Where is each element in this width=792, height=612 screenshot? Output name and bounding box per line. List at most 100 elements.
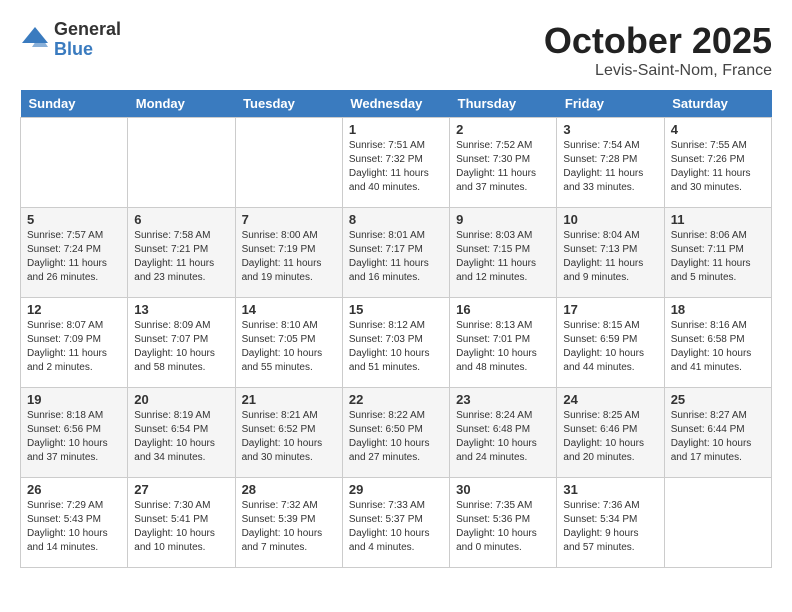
calendar-week-2: 5 Sunrise: 7:57 AM Sunset: 7:24 PM Daylig…	[21, 208, 772, 298]
day-number: 8	[349, 212, 443, 227]
calendar-cell: 22 Sunrise: 8:22 AM Sunset: 6:50 PM Dayli…	[342, 388, 449, 478]
day-info: Sunrise: 8:13 AM Sunset: 7:01 PM Dayligh…	[456, 319, 550, 375]
day-info: Sunrise: 7:29 AM Sunset: 5:43 PM Dayligh…	[27, 499, 121, 555]
calendar-week-3: 12 Sunrise: 8:07 AM Sunset: 7:09 PM Dayli…	[21, 298, 772, 388]
title-section: October 2025 Levis-Saint-Nom, France	[544, 20, 772, 80]
calendar-cell	[235, 118, 342, 208]
logo-general: General	[54, 20, 121, 40]
day-number: 17	[563, 302, 657, 317]
calendar-cell: 25 Sunrise: 8:27 AM Sunset: 6:44 PM Dayli…	[664, 388, 771, 478]
day-number: 16	[456, 302, 550, 317]
day-number: 25	[671, 392, 765, 407]
day-info: Sunrise: 8:22 AM Sunset: 6:50 PM Dayligh…	[349, 409, 443, 465]
calendar-cell: 24 Sunrise: 8:25 AM Sunset: 6:46 PM Dayli…	[557, 388, 664, 478]
day-number: 9	[456, 212, 550, 227]
col-sunday: Sunday	[21, 90, 128, 118]
day-number: 28	[242, 482, 336, 497]
calendar-cell	[21, 118, 128, 208]
day-info: Sunrise: 8:16 AM Sunset: 6:58 PM Dayligh…	[671, 319, 765, 375]
col-wednesday: Wednesday	[342, 90, 449, 118]
day-number: 15	[349, 302, 443, 317]
day-number: 11	[671, 212, 765, 227]
day-info: Sunrise: 8:00 AM Sunset: 7:19 PM Dayligh…	[242, 229, 336, 285]
day-number: 5	[27, 212, 121, 227]
calendar-cell: 26 Sunrise: 7:29 AM Sunset: 5:43 PM Dayli…	[21, 478, 128, 568]
day-info: Sunrise: 8:09 AM Sunset: 7:07 PM Dayligh…	[134, 319, 228, 375]
calendar-cell: 20Sunrise: 8:19 AM Sunset: 6:54 PM Dayli…	[128, 388, 235, 478]
location: Levis-Saint-Nom, France	[544, 62, 772, 80]
day-info: Sunrise: 8:04 AM Sunset: 7:13 PM Dayligh…	[563, 229, 657, 285]
day-info: Sunrise: 8:27 AM Sunset: 6:44 PM Dayligh…	[671, 409, 765, 465]
col-saturday: Saturday	[664, 90, 771, 118]
day-info: Sunrise: 8:03 AM Sunset: 7:15 PM Dayligh…	[456, 229, 550, 285]
calendar-cell: 17 Sunrise: 8:15 AM Sunset: 6:59 PM Dayli…	[557, 298, 664, 388]
day-info: Sunrise: 7:55 AM Sunset: 7:26 PM Dayligh…	[671, 139, 765, 195]
day-info: Sunrise: 8:06 AM Sunset: 7:11 PM Dayligh…	[671, 229, 765, 285]
calendar-cell: 7 Sunrise: 8:00 AM Sunset: 7:19 PM Daylig…	[235, 208, 342, 298]
month-title: October 2025	[544, 20, 772, 62]
day-info: Sunrise: 7:36 AM Sunset: 5:34 PM Dayligh…	[563, 499, 657, 555]
day-number: 20	[134, 392, 228, 407]
calendar-cell	[664, 478, 771, 568]
col-monday: Monday	[128, 90, 235, 118]
day-info: Sunrise: 7:51 AM Sunset: 7:32 PM Dayligh…	[349, 139, 443, 195]
day-info: Sunrise: 7:35 AM Sunset: 5:36 PM Dayligh…	[456, 499, 550, 555]
calendar-cell: 3Sunrise: 7:54 AM Sunset: 7:28 PM Daylig…	[557, 118, 664, 208]
day-number: 22	[349, 392, 443, 407]
calendar-cell: 18Sunrise: 8:16 AM Sunset: 6:58 PM Dayli…	[664, 298, 771, 388]
day-number: 2	[456, 122, 550, 137]
calendar-cell	[128, 118, 235, 208]
day-info: Sunrise: 7:58 AM Sunset: 7:21 PM Dayligh…	[134, 229, 228, 285]
calendar-cell: 31 Sunrise: 7:36 AM Sunset: 5:34 PM Dayli…	[557, 478, 664, 568]
calendar-cell: 4 Sunrise: 7:55 AM Sunset: 7:26 PM Daylig…	[664, 118, 771, 208]
calendar-cell: 12 Sunrise: 8:07 AM Sunset: 7:09 PM Dayli…	[21, 298, 128, 388]
logo-text: General Blue	[54, 20, 121, 60]
day-info: Sunrise: 7:52 AM Sunset: 7:30 PM Dayligh…	[456, 139, 550, 195]
col-friday: Friday	[557, 90, 664, 118]
col-thursday: Thursday	[450, 90, 557, 118]
day-number: 14	[242, 302, 336, 317]
calendar-cell: 19Sunrise: 8:18 AM Sunset: 6:56 PM Dayli…	[21, 388, 128, 478]
calendar-cell: 1Sunrise: 7:51 AM Sunset: 7:32 PM Daylig…	[342, 118, 449, 208]
day-number: 29	[349, 482, 443, 497]
calendar-cell: 9 Sunrise: 8:03 AM Sunset: 7:15 PM Daylig…	[450, 208, 557, 298]
calendar-cell: 6 Sunrise: 7:58 AM Sunset: 7:21 PM Daylig…	[128, 208, 235, 298]
day-number: 7	[242, 212, 336, 227]
calendar-cell: 11 Sunrise: 8:06 AM Sunset: 7:11 PM Dayli…	[664, 208, 771, 298]
day-info: Sunrise: 8:24 AM Sunset: 6:48 PM Dayligh…	[456, 409, 550, 465]
day-info: Sunrise: 8:10 AM Sunset: 7:05 PM Dayligh…	[242, 319, 336, 375]
day-info: Sunrise: 7:57 AM Sunset: 7:24 PM Dayligh…	[27, 229, 121, 285]
day-info: Sunrise: 8:12 AM Sunset: 7:03 PM Dayligh…	[349, 319, 443, 375]
day-number: 13	[134, 302, 228, 317]
day-number: 12	[27, 302, 121, 317]
calendar-cell: 13 Sunrise: 8:09 AM Sunset: 7:07 PM Dayli…	[128, 298, 235, 388]
day-info: Sunrise: 8:15 AM Sunset: 6:59 PM Dayligh…	[563, 319, 657, 375]
day-number: 24	[563, 392, 657, 407]
day-number: 6	[134, 212, 228, 227]
day-number: 21	[242, 392, 336, 407]
day-number: 3	[563, 122, 657, 137]
day-info: Sunrise: 8:07 AM Sunset: 7:09 PM Dayligh…	[27, 319, 121, 375]
calendar-cell: 16 Sunrise: 8:13 AM Sunset: 7:01 PM Dayli…	[450, 298, 557, 388]
calendar-cell: 23 Sunrise: 8:24 AM Sunset: 6:48 PM Dayli…	[450, 388, 557, 478]
day-info: Sunrise: 7:32 AM Sunset: 5:39 PM Dayligh…	[242, 499, 336, 555]
day-number: 26	[27, 482, 121, 497]
day-info: Sunrise: 8:25 AM Sunset: 6:46 PM Dayligh…	[563, 409, 657, 465]
day-number: 4	[671, 122, 765, 137]
page-header: General Blue October 2025 Levis-Saint-No…	[20, 20, 772, 80]
day-number: 30	[456, 482, 550, 497]
col-tuesday: Tuesday	[235, 90, 342, 118]
day-number: 27	[134, 482, 228, 497]
day-number: 31	[563, 482, 657, 497]
calendar-cell: 14 Sunrise: 8:10 AM Sunset: 7:05 PM Dayli…	[235, 298, 342, 388]
calendar-cell: 21Sunrise: 8:21 AM Sunset: 6:52 PM Dayli…	[235, 388, 342, 478]
day-info: Sunrise: 8:18 AM Sunset: 6:56 PM Dayligh…	[27, 409, 121, 465]
calendar-cell: 27 Sunrise: 7:30 AM Sunset: 5:41 PM Dayli…	[128, 478, 235, 568]
logo-blue: Blue	[54, 40, 121, 60]
day-info: Sunrise: 7:30 AM Sunset: 5:41 PM Dayligh…	[134, 499, 228, 555]
calendar-week-1: 1Sunrise: 7:51 AM Sunset: 7:32 PM Daylig…	[21, 118, 772, 208]
calendar-table: Sunday Monday Tuesday Wednesday Thursday…	[20, 90, 772, 568]
calendar-cell: 10 Sunrise: 8:04 AM Sunset: 7:13 PM Dayli…	[557, 208, 664, 298]
day-number: 23	[456, 392, 550, 407]
day-number: 10	[563, 212, 657, 227]
